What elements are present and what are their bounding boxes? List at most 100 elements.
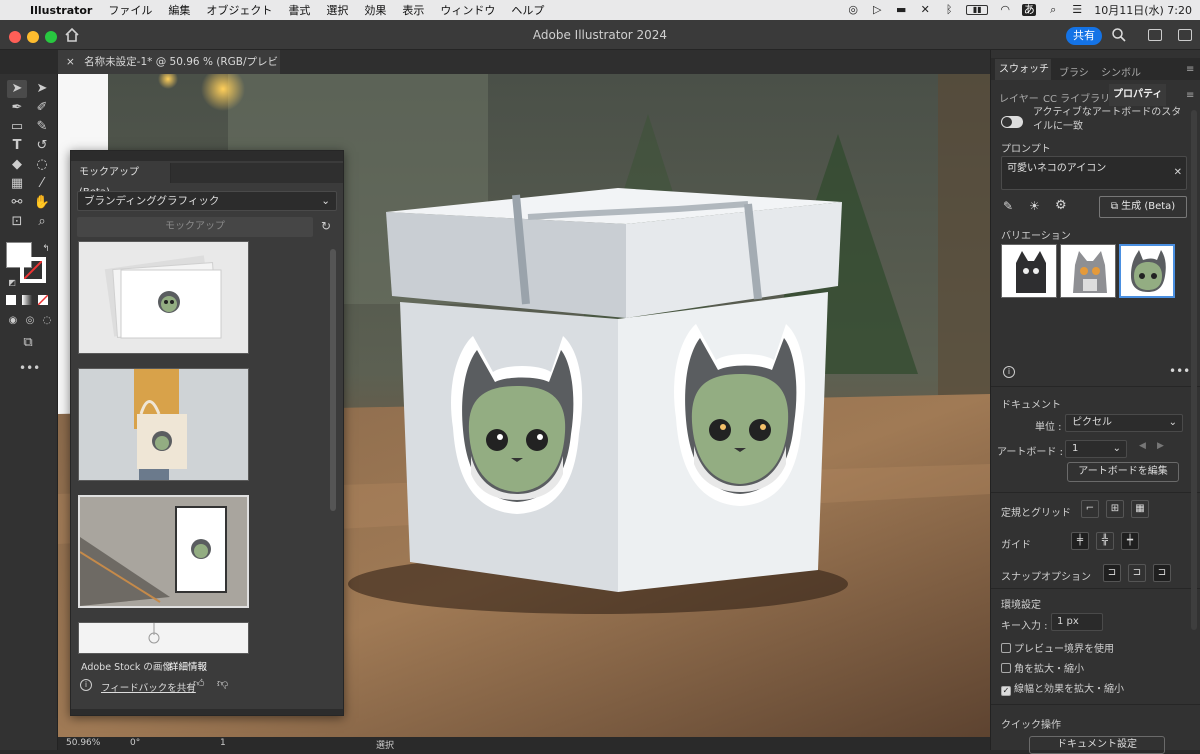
pen-tool-icon[interactable]: ✒ (7, 99, 27, 117)
hand-tool-icon[interactable]: ✋ (32, 194, 52, 212)
brush-tool-icon[interactable]: ✎ (32, 118, 52, 136)
gradient-mode-icon[interactable] (22, 295, 32, 305)
eyedropper-tool-icon[interactable]: ⁄ (32, 175, 52, 193)
option-preview-bounds[interactable]: プレビュー境界を使用 (1001, 640, 1114, 655)
curvature-tool-icon[interactable]: ✐ (32, 99, 52, 117)
tab-layers[interactable]: レイヤー (999, 90, 1039, 105)
menu-help[interactable]: ヘルプ (503, 2, 552, 18)
variation-thumb-1[interactable] (1001, 244, 1057, 298)
option-scale-strokes[interactable]: ✓ 線幅と効果を拡大・縮小 (1001, 680, 1124, 696)
tab-symbols[interactable]: シンボル (1101, 64, 1141, 79)
close-tab-icon[interactable]: × (66, 56, 75, 68)
menu-view[interactable]: 表示 (394, 2, 432, 18)
mute-icon[interactable]: ✕ (918, 4, 932, 16)
prev-artboard-icon[interactable]: ◀ (1139, 441, 1146, 451)
mockup-tab[interactable]: モックアップ (Beta) (71, 163, 171, 198)
info-icon[interactable]: i (80, 679, 92, 691)
car-icon[interactable]: ▬ (894, 4, 908, 16)
snap-to-point-icon[interactable]: ⊐ (1103, 564, 1121, 582)
mockup-thumbnail-poster[interactable] (78, 495, 249, 608)
mockup-thumbnail-cards[interactable] (78, 241, 249, 354)
snap-to-pixel-icon[interactable]: ⊐ (1153, 564, 1171, 582)
share-button[interactable]: 共有 (1066, 27, 1102, 45)
tab-brushes[interactable]: ブラシ (1059, 64, 1089, 79)
document-tab[interactable]: × 名称未設定-1* @ 50.96 % (RGB/プレビュー) (58, 50, 280, 92)
zoom-level[interactable]: 50.96% (66, 738, 100, 748)
menu-window[interactable]: ウィンドウ (432, 2, 503, 18)
prompt-input[interactable]: 可愛いネコのアイコン ✕ (1001, 156, 1187, 190)
ruler-icon[interactable]: ⌐ (1081, 500, 1099, 518)
play-icon[interactable]: ▷ (870, 4, 884, 16)
zoom-tool-icon[interactable]: ⌕ (32, 213, 52, 231)
gradient-tool-icon[interactable]: ▦ (7, 175, 27, 193)
menu-file[interactable]: ファイル (100, 2, 160, 18)
artboard-tool-icon[interactable]: ⊡ (7, 213, 27, 231)
checkbox-checked-icon[interactable]: ✓ (1001, 686, 1011, 696)
variation-thumb-2[interactable] (1060, 244, 1116, 298)
input-mode-icon[interactable]: あ (1022, 4, 1037, 16)
panels-icon[interactable] (1178, 29, 1192, 41)
lightbulb-icon[interactable]: ☀ (1029, 199, 1040, 213)
properties-scrollbar[interactable] (1191, 110, 1197, 630)
mockup-thumbnail-totebag[interactable] (78, 368, 249, 481)
battery-icon[interactable]: ▮▮ (966, 5, 989, 15)
lock-guides-icon[interactable]: ╬ (1096, 532, 1114, 550)
info-icon[interactable]: i (1003, 366, 1015, 378)
menu-type[interactable]: 書式 (280, 2, 318, 18)
match-style-toggle[interactable] (1001, 116, 1023, 128)
grid-icon[interactable]: ⊞ (1106, 500, 1124, 518)
workspace-switcher-icon[interactable] (1148, 29, 1162, 41)
none-mode-icon[interactable] (38, 295, 48, 305)
details-link[interactable]: 詳細情報 (169, 659, 207, 673)
bluetooth-icon[interactable]: ᛒ (942, 4, 956, 16)
menu-app-name[interactable]: Illustrator (22, 4, 100, 17)
panel-header[interactable] (71, 151, 343, 161)
blend-tool-icon[interactable]: ⚯ (7, 194, 27, 212)
menu-object[interactable]: オブジェクト (198, 2, 280, 18)
eraser-tool-icon[interactable]: ◆ (7, 156, 27, 174)
menu-effect[interactable]: 効果 (356, 2, 394, 18)
generate-button[interactable]: ⧉ 生成 (Beta) (1099, 196, 1187, 218)
variation-thumb-3[interactable] (1119, 244, 1175, 298)
key-input-field[interactable]: 1 px (1051, 613, 1103, 631)
document-setup-button[interactable]: ドキュメント設定 (1029, 736, 1165, 754)
lasso-tool-icon[interactable]: ◌ (32, 156, 52, 174)
show-guides-icon[interactable]: ╪ (1071, 532, 1089, 550)
sub-panel-menu-icon[interactable]: ≡ (1186, 90, 1194, 101)
mockup-button[interactable]: モックアップ (77, 217, 313, 237)
unit-select[interactable]: ピクセル ⌄ (1065, 414, 1183, 432)
transparency-grid-icon[interactable]: ▦ (1131, 500, 1149, 518)
swap-colors-icon[interactable]: ↰ (36, 240, 56, 258)
reset-icon[interactable]: ↻ (321, 219, 335, 233)
thumbs-down-icon[interactable]: 👎︎ (217, 677, 228, 690)
thumbnail-scrollbar[interactable] (330, 249, 336, 511)
tab-cc-libraries[interactable]: CC ライブラリ (1043, 90, 1110, 105)
snap-to-grid-icon[interactable]: ⊐ (1128, 564, 1146, 582)
search-help-icon[interactable] (1111, 27, 1127, 43)
artboard-select[interactable]: 1 ⌄ (1065, 440, 1127, 458)
creative-cloud-icon[interactable]: ◎ (846, 4, 860, 16)
direct-selection-tool-icon[interactable]: ➤ (32, 80, 52, 98)
selection-tool-icon[interactable]: ➤ (7, 80, 27, 98)
edit-toolbar-icon[interactable]: ••• (19, 359, 40, 377)
thumbs-up-icon[interactable]: 👍︎ (193, 677, 205, 690)
menu-edit[interactable]: 編集 (160, 2, 198, 18)
menubar-clock[interactable]: 10月11日(水) 7:20 (1094, 2, 1192, 18)
style-picker-icon[interactable]: ✎ (1003, 199, 1013, 213)
smart-guides-icon[interactable]: ┿ (1121, 532, 1139, 550)
mockup-category-select[interactable]: ブランディンググラフィック ⌄ (77, 191, 337, 211)
menu-select[interactable]: 選択 (318, 2, 356, 18)
feedback-link[interactable]: フィードバックを共有 (101, 680, 196, 694)
artboard-navigator[interactable]: 1 (220, 738, 226, 748)
rotation-value[interactable]: 0° (130, 738, 140, 748)
checkbox-icon[interactable] (1001, 643, 1011, 653)
option-scale-corners[interactable]: 角を拡大・縮小 (1001, 660, 1084, 675)
mockup-thumbnail-partial[interactable] (78, 622, 249, 654)
rectangle-tool-icon[interactable]: ▭ (7, 118, 27, 136)
type-tool-icon[interactable]: T (7, 137, 27, 155)
stroke-color-swatch[interactable] (20, 257, 46, 283)
default-colors-icon[interactable]: ◩ (2, 274, 22, 292)
more-options-icon[interactable]: ••• (1169, 364, 1190, 378)
tab-properties[interactable]: プロパティ (1109, 84, 1167, 106)
clear-prompt-icon[interactable]: ✕ (1174, 167, 1182, 178)
